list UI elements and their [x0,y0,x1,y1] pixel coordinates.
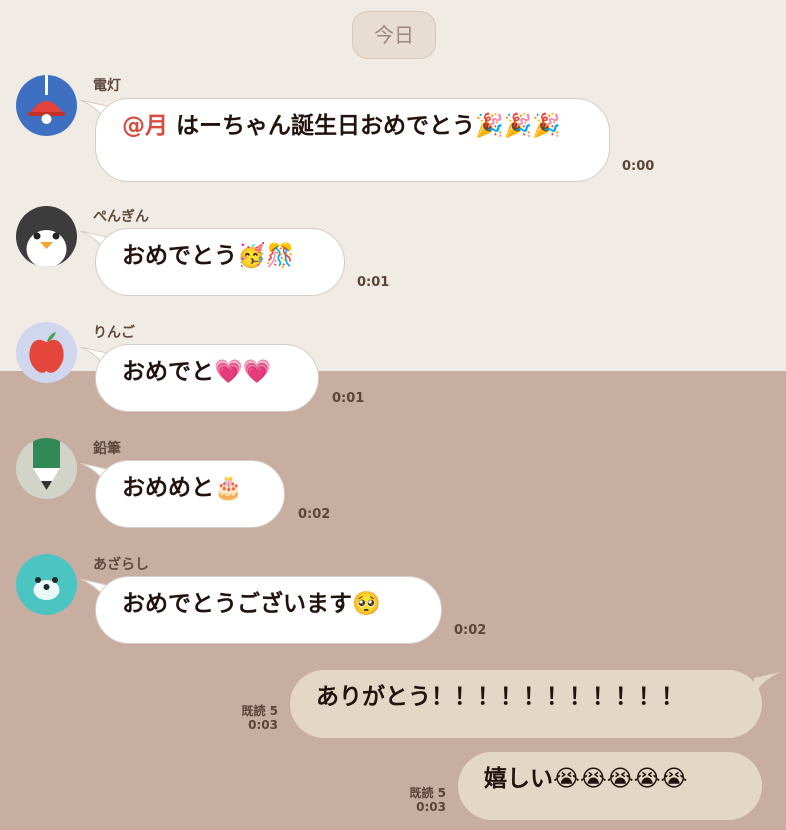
message-text: おめでとうございます🥺 [122,591,381,617]
message-text: おめでとう🥳🎊 [122,243,295,269]
message-time: 0:02 [298,507,331,522]
sender-name: あざらし [93,557,149,573]
message-text: はーちゃん誕生日おめでとう🎉🎉🎉 [176,113,561,139]
sender-name: 電灯 [93,78,121,94]
message-time: 0:01 [357,275,390,290]
read-status: 既読 5 0:03 [226,704,278,732]
message-time: 0:03 [248,718,278,732]
my-message-bubble[interactable]: 嬉しい😭😭😭😭😭 [458,752,762,820]
avatar-pencil[interactable] [16,438,77,499]
penguin-icon [16,206,77,267]
message-text: 嬉しい😭😭😭😭😭 [484,766,688,792]
read-count: 既読 5 [409,786,446,800]
avatar-apple[interactable] [16,322,77,383]
message-bubble[interactable]: おめでとう🥳🎊 [95,228,345,296]
message-time: 0:01 [332,391,365,406]
sender-name: 鉛筆 [93,441,121,457]
my-message-bubble[interactable]: ありがとう！！！！！！！！！！！ [290,670,762,738]
message-time: 0:00 [622,159,655,174]
sender-name: ぺんぎん [93,209,149,225]
bubble-tail [754,672,781,694]
read-status: 既読 5 0:03 [394,786,446,814]
sender-name: りんご [93,325,135,341]
apple-icon [16,322,77,383]
seal-icon [16,554,77,615]
avatar-penguin[interactable] [16,206,77,267]
read-count: 既読 5 [241,704,278,718]
avatar-seal[interactable] [16,554,77,615]
message-bubble[interactable]: @月 はーちゃん誕生日おめでとう🎉🎉🎉 [95,98,610,182]
mention-tag[interactable]: @月 [122,113,168,139]
message-text: おめでと💗💗 [122,359,272,385]
message-text: ありがとう！！！！！！！！！！！ [316,684,684,710]
message-bubble[interactable]: おめめと🎂 [95,460,285,528]
pencil-icon [16,438,77,499]
message-time: 0:03 [416,800,446,814]
avatar-lamp[interactable] [16,75,77,136]
message-text: おめめと🎂 [122,475,243,501]
message-bubble[interactable]: おめでとうございます🥺 [95,576,442,644]
date-separator: 今日 [352,11,436,59]
message-bubble[interactable]: おめでと💗💗 [95,344,319,412]
message-time: 0:02 [454,623,487,638]
lamp-icon [16,75,77,136]
